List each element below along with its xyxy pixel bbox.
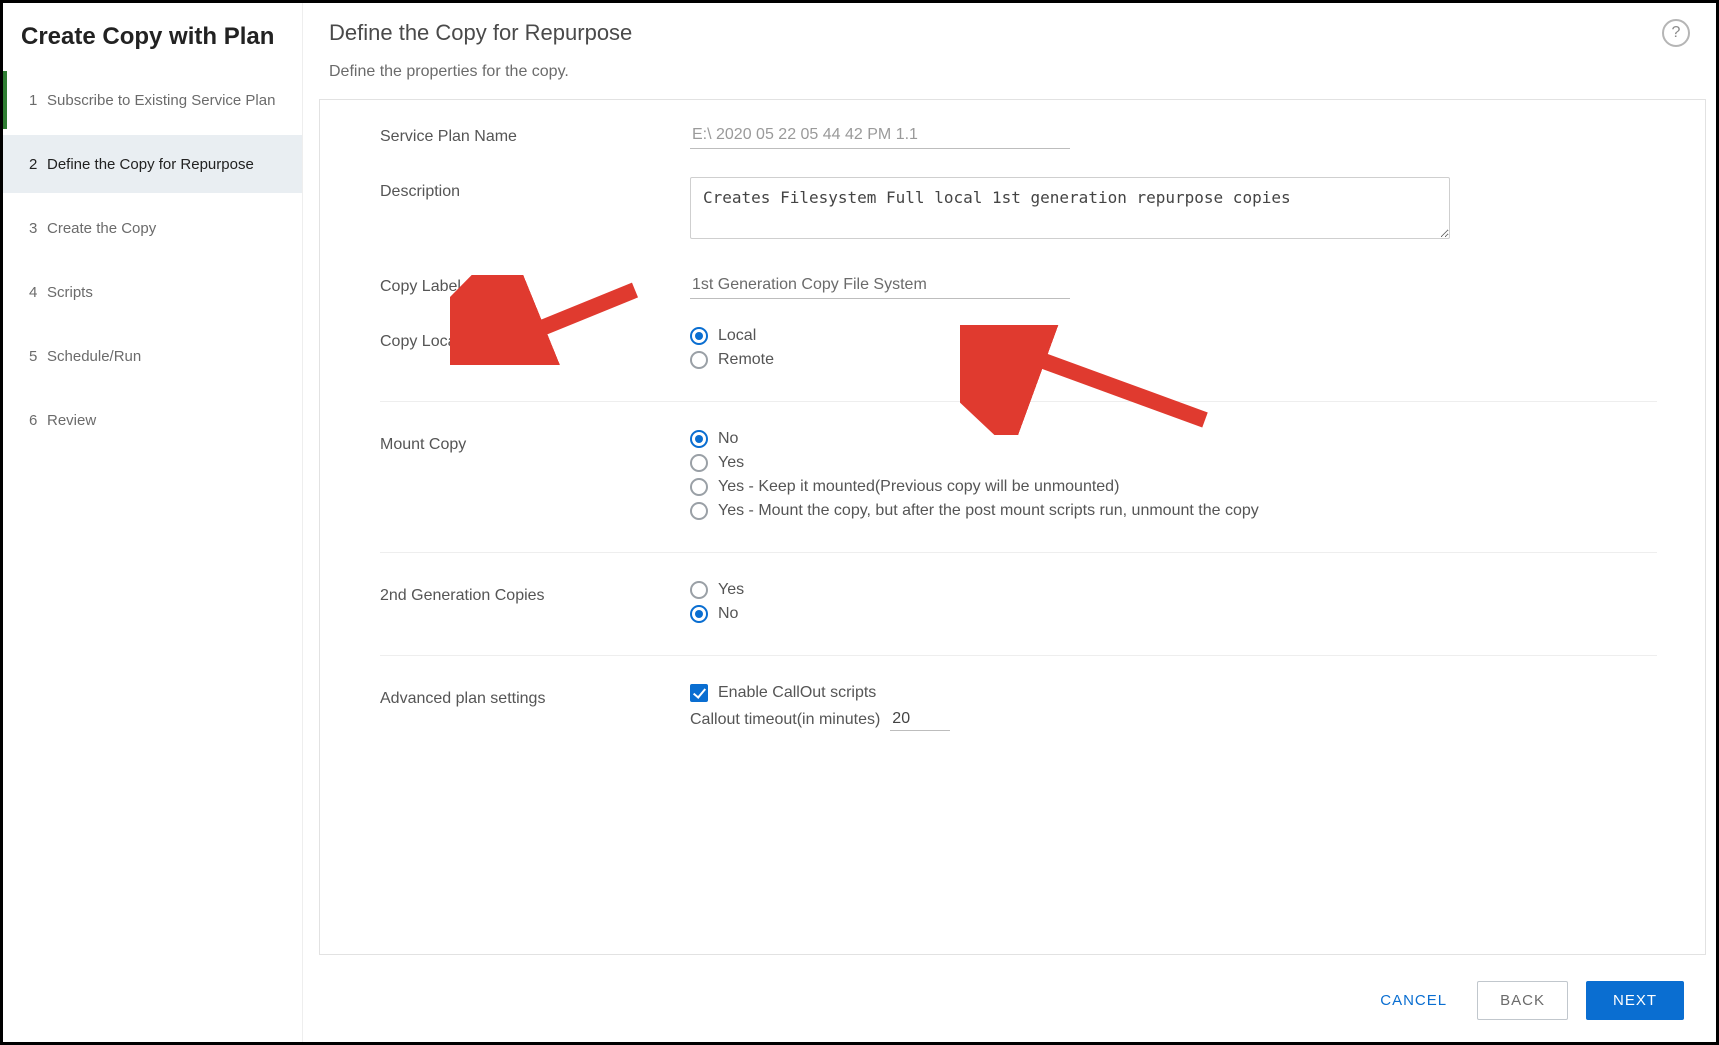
- wizard-step-2[interactable]: 2 Define the Copy for Repurpose: [3, 135, 302, 193]
- wizard-step-6[interactable]: 6 Review: [3, 391, 302, 449]
- form-panel: Service Plan Name Description Copy Label: [319, 99, 1706, 955]
- radio-mount-no[interactable]: No: [690, 430, 1657, 448]
- radio-mount-unmount-after-label: Yes - Mount the copy, but after the post…: [718, 502, 1259, 520]
- radio-mount-no-input[interactable]: [690, 430, 708, 448]
- wizard-step-1-label: Subscribe to Existing Service Plan: [47, 92, 275, 109]
- wizard-step-5-label: Schedule/Run: [47, 348, 141, 365]
- wizard-step-1[interactable]: 1 Subscribe to Existing Service Plan: [3, 71, 302, 129]
- radio-copy-location-remote[interactable]: Remote: [690, 351, 1657, 369]
- row-copy-location: Copy Location Local Remote: [380, 327, 1657, 402]
- label-mount-copy: Mount Copy: [380, 430, 690, 454]
- back-button[interactable]: BACK: [1477, 981, 1568, 1020]
- callout-timeout-row: Callout timeout(in minutes): [690, 708, 1657, 731]
- radio-copy-location-local[interactable]: Local: [690, 327, 1657, 345]
- label-description: Description: [380, 177, 690, 201]
- input-description[interactable]: [690, 177, 1450, 239]
- radio-mount-yes-label: Yes: [718, 454, 744, 472]
- radio-secondgen-yes[interactable]: Yes: [690, 581, 1657, 599]
- next-button[interactable]: NEXT: [1586, 981, 1684, 1020]
- page-title: Define the Copy for Repurpose: [329, 20, 632, 46]
- wizard-step-6-num: 6: [29, 412, 47, 429]
- radio-mount-yes-input[interactable]: [690, 454, 708, 472]
- main-content: Define the Copy for Repurpose ? Define t…: [303, 3, 1716, 1042]
- input-copy-label[interactable]: [690, 272, 1070, 299]
- input-callout-timeout[interactable]: [890, 708, 950, 731]
- wizard-title: Create Copy with Plan: [3, 11, 302, 71]
- radio-copy-location-local-input[interactable]: [690, 327, 708, 345]
- label-second-gen: 2nd Generation Copies: [380, 581, 690, 605]
- main-header: Define the Copy for Repurpose ?: [303, 3, 1716, 53]
- wizard-step-4-num: 4: [29, 284, 47, 301]
- wizard-step-2-label: Define the Copy for Repurpose: [47, 156, 254, 173]
- wizard-step-2-num: 2: [29, 156, 47, 173]
- help-icon[interactable]: ?: [1662, 19, 1690, 47]
- radio-mount-keep[interactable]: Yes - Keep it mounted(Previous copy will…: [690, 478, 1657, 496]
- page-subtitle: Define the properties for the copy.: [303, 53, 1716, 99]
- radio-mount-keep-label: Yes - Keep it mounted(Previous copy will…: [718, 478, 1119, 496]
- input-service-plan-name[interactable]: [690, 122, 1070, 149]
- label-copy-location: Copy Location: [380, 327, 690, 351]
- wizard-step-3-num: 3: [29, 220, 47, 237]
- radio-copy-location-local-label: Local: [718, 327, 756, 345]
- radio-mount-keep-input[interactable]: [690, 478, 708, 496]
- radio-secondgen-no-label: No: [718, 605, 738, 623]
- app-window: Create Copy with Plan 1 Subscribe to Exi…: [0, 0, 1719, 1045]
- radio-mount-no-label: No: [718, 430, 738, 448]
- radio-mount-yes[interactable]: Yes: [690, 454, 1657, 472]
- checkbox-enable-callout-input[interactable]: [690, 684, 708, 702]
- body-row: Create Copy with Plan 1 Subscribe to Exi…: [3, 3, 1716, 1042]
- wizard-step-3[interactable]: 3 Create the Copy: [3, 199, 302, 257]
- wizard-step-6-label: Review: [47, 412, 96, 429]
- radio-secondgen-yes-label: Yes: [718, 581, 744, 599]
- wizard-step-4[interactable]: 4 Scripts: [3, 263, 302, 321]
- radio-secondgen-no[interactable]: No: [690, 605, 1657, 623]
- radio-mount-unmount-after[interactable]: Yes - Mount the copy, but after the post…: [690, 502, 1657, 520]
- row-advanced: Advanced plan settings Enable CallOut sc…: [380, 684, 1657, 731]
- cancel-button[interactable]: CANCEL: [1368, 982, 1459, 1019]
- wizard-step-5[interactable]: 5 Schedule/Run: [3, 327, 302, 385]
- radio-secondgen-yes-input[interactable]: [690, 581, 708, 599]
- radio-secondgen-no-input[interactable]: [690, 605, 708, 623]
- wizard-sidebar: Create Copy with Plan 1 Subscribe to Exi…: [3, 3, 303, 1042]
- row-second-gen: 2nd Generation Copies Yes No: [380, 581, 1657, 656]
- wizard-step-5-num: 5: [29, 348, 47, 365]
- label-copy-label: Copy Label: [380, 272, 690, 296]
- checkbox-enable-callout-label: Enable CallOut scripts: [718, 684, 876, 702]
- radio-copy-location-remote-input[interactable]: [690, 351, 708, 369]
- checkbox-enable-callout[interactable]: Enable CallOut scripts: [690, 684, 1657, 702]
- label-callout-timeout: Callout timeout(in minutes): [690, 711, 880, 729]
- wizard-step-1-num: 1: [29, 92, 47, 109]
- row-copy-label: Copy Label: [380, 272, 1657, 299]
- radio-mount-unmount-after-input[interactable]: [690, 502, 708, 520]
- wizard-step-3-label: Create the Copy: [47, 220, 156, 237]
- label-service-plan-name: Service Plan Name: [380, 122, 690, 146]
- row-mount-copy: Mount Copy No Yes Yes - Keep it mount: [380, 430, 1657, 553]
- row-service-plan-name: Service Plan Name: [380, 122, 1657, 149]
- radio-copy-location-remote-label: Remote: [718, 351, 774, 369]
- wizard-step-4-label: Scripts: [47, 284, 93, 301]
- label-advanced: Advanced plan settings: [380, 684, 690, 708]
- wizard-footer: CANCEL BACK NEXT: [303, 955, 1716, 1042]
- row-description: Description: [380, 177, 1657, 242]
